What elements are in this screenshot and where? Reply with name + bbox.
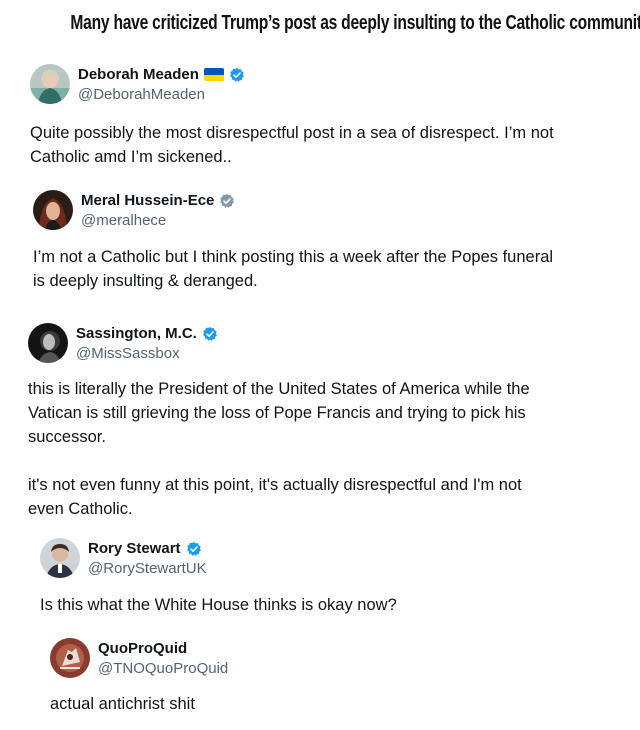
avatar[interactable] — [28, 323, 68, 363]
post-deborah-meaden[interactable]: Deborah Meaden @DeborahMeaden Quite poss… — [30, 64, 610, 169]
verified-badge-icon[interactable] — [202, 326, 218, 342]
post-rory-stewart[interactable]: Rory Stewart @RoryStewartUK Is this what… — [40, 538, 600, 617]
handle[interactable]: @RoryStewartUK — [88, 560, 207, 577]
post-text: I’m not a Catholic but I think posting t… — [33, 248, 554, 290]
handle[interactable]: @meralhece — [81, 212, 235, 229]
post-text: Is this what the White House thinks is o… — [40, 596, 397, 614]
display-name[interactable]: QuoProQuid — [98, 640, 187, 657]
avatar[interactable] — [33, 190, 73, 230]
display-name[interactable]: Sassington, M.C. — [76, 325, 197, 342]
post-text: actual antichrist shit — [50, 695, 195, 713]
avatar[interactable] — [50, 638, 90, 678]
display-name[interactable]: Deborah Meaden — [78, 66, 199, 83]
handle[interactable]: @MissSassbox — [76, 345, 218, 362]
post-text: this is literally the President of the U… — [28, 380, 530, 518]
post-sassington[interactable]: Sassington, M.C. @MissSassbox this is li… — [28, 323, 618, 521]
avatar[interactable] — [30, 64, 70, 104]
verified-badge-icon[interactable] — [229, 67, 245, 83]
post-text: Quite possibly the most disrespectful po… — [30, 124, 554, 166]
handle[interactable]: @DeborahMeaden — [78, 86, 245, 103]
display-name[interactable]: Meral Hussein-Ece — [81, 192, 214, 209]
avatar[interactable] — [40, 538, 80, 578]
handle[interactable]: @TNOQuoProQuid — [98, 660, 228, 677]
headline: Many have criticized Trump’s post as dee… — [70, 12, 640, 34]
verified-badge-icon[interactable] — [186, 541, 202, 557]
ukraine-flag-icon — [203, 68, 224, 81]
verified-badge-icon[interactable] — [219, 193, 235, 209]
post-meral-hussein-ece[interactable]: Meral Hussein-Ece @meralhece I’m not a C… — [33, 190, 613, 293]
post-quoproquid[interactable]: QuoProQuid @TNOQuoProQuid actual antichr… — [50, 638, 600, 716]
display-name[interactable]: Rory Stewart — [88, 540, 181, 557]
